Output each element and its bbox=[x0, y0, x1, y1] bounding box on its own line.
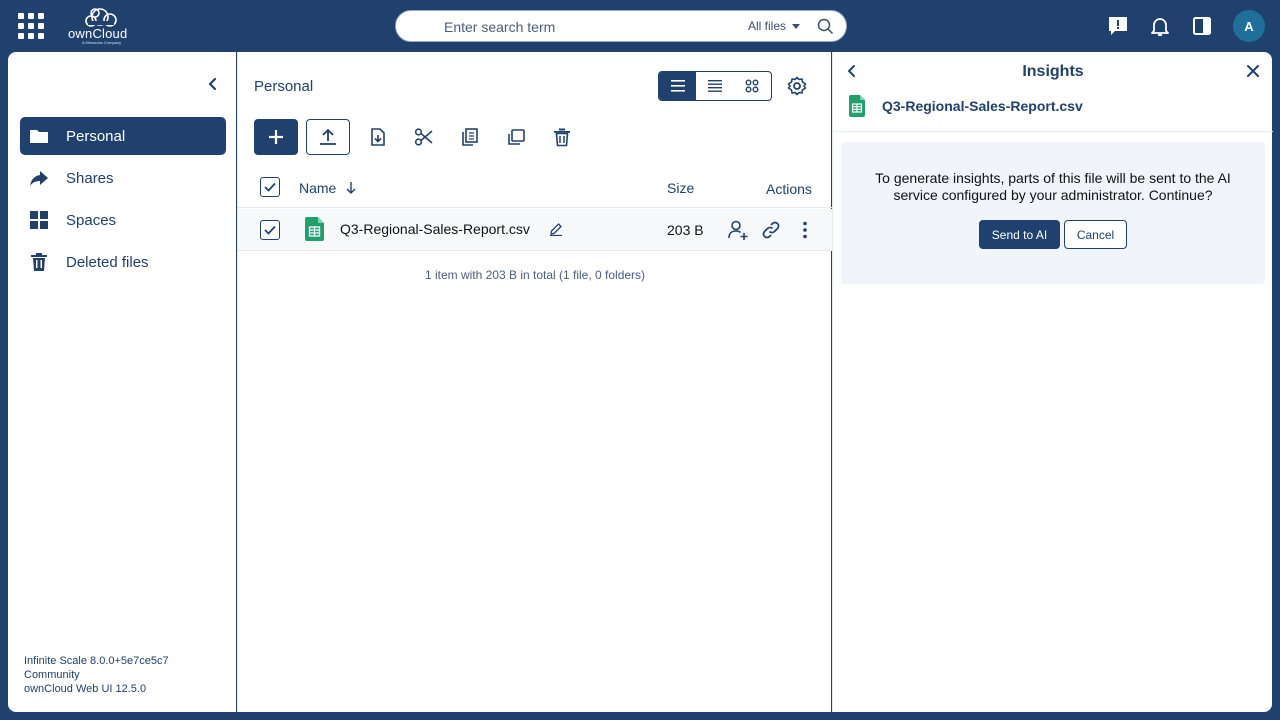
sidebar-item-label: Personal bbox=[66, 127, 126, 145]
folder-icon bbox=[30, 130, 48, 143]
files-summary: 1 item with 203 B in total (1 file, 0 fo… bbox=[424, 268, 646, 282]
bell-icon[interactable] bbox=[1149, 15, 1171, 37]
spreadsheet-file-icon bbox=[305, 217, 324, 241]
top-bar: ownCloud A Kiteworks Company All files A bbox=[0, 0, 1280, 52]
version-line-3: ownCloud Web UI 12.5.0 bbox=[24, 683, 147, 695]
caret-down-icon bbox=[792, 23, 801, 29]
logo-text: ownCloud bbox=[68, 26, 128, 41]
app-switcher-grid-icon[interactable] bbox=[18, 13, 44, 39]
search-input[interactable] bbox=[444, 17, 724, 37]
sidebar-item-deleted-files[interactable]: Deleted files bbox=[20, 243, 226, 281]
row-select-checkbox[interactable] bbox=[260, 220, 280, 240]
select-all-checkbox[interactable] bbox=[260, 177, 280, 197]
left-sidebar: Personal Shares Spaces Deleted files Inf… bbox=[8, 52, 236, 712]
download-icon[interactable] bbox=[368, 127, 388, 147]
sort-arrow-down-icon bbox=[346, 182, 356, 194]
version-line-1: Infinite Scale 8.0.0+5e7ce5c7 bbox=[24, 655, 169, 667]
trash-icon bbox=[31, 253, 47, 271]
column-header-name[interactable]: Name bbox=[299, 180, 356, 196]
copy-link-icon[interactable] bbox=[760, 219, 782, 241]
copy-icon[interactable] bbox=[460, 127, 480, 147]
insights-panel: Insights Q3-Regional-Sales-Report.csv To… bbox=[832, 52, 1273, 712]
sidebar-item-personal[interactable]: Personal bbox=[20, 117, 226, 155]
tiles-icon bbox=[745, 79, 759, 93]
file-name[interactable]: Q3-Regional-Sales-Report.csv bbox=[340, 221, 530, 237]
column-name-label: Name bbox=[299, 180, 337, 196]
duplicate-icon[interactable] bbox=[506, 127, 526, 147]
breadcrumb[interactable]: Personal bbox=[254, 78, 313, 95]
list-icon bbox=[670, 80, 685, 92]
condensed-list-icon bbox=[707, 80, 722, 92]
consent-message: To generate insights, parts of this file… bbox=[853, 170, 1253, 204]
search-bar: All files bbox=[395, 10, 847, 42]
sidebar-item-shares[interactable]: Shares bbox=[20, 159, 226, 197]
view-tiles-button[interactable] bbox=[734, 72, 771, 100]
table-row[interactable]: Q3-Regional-Sales-Report.csv 203 B bbox=[238, 209, 832, 251]
user-avatar[interactable]: A bbox=[1233, 10, 1265, 42]
sidebar-item-label: Shares bbox=[66, 169, 114, 187]
check-icon bbox=[264, 182, 276, 192]
delete-trash-icon[interactable] bbox=[552, 127, 572, 147]
more-actions-kebab-icon[interactable] bbox=[794, 219, 816, 241]
share-icon bbox=[30, 171, 48, 186]
search-scope-label: All files bbox=[748, 19, 787, 33]
upload-button[interactable] bbox=[306, 119, 350, 155]
consent-line-1: To generate insights, parts of this file… bbox=[875, 170, 1231, 186]
view-list-button[interactable] bbox=[659, 72, 697, 100]
view-settings-gear-icon[interactable] bbox=[787, 76, 807, 96]
send-to-ai-button[interactable]: Send to AI bbox=[979, 220, 1060, 249]
owncloud-logo[interactable]: ownCloud A Kiteworks Company bbox=[64, 5, 140, 45]
ai-consent-card: To generate insights, parts of this file… bbox=[841, 142, 1265, 284]
cut-scissors-icon[interactable] bbox=[414, 127, 434, 147]
version-info: Infinite Scale 8.0.0+5e7ce5c7 Community … bbox=[24, 654, 169, 696]
column-header-actions: Actions bbox=[766, 181, 812, 197]
new-file-button[interactable] bbox=[254, 119, 298, 155]
cancel-button[interactable]: Cancel bbox=[1064, 220, 1127, 249]
spaces-icon bbox=[30, 211, 48, 229]
sidebar-nav: Personal Shares Spaces Deleted files bbox=[20, 117, 226, 285]
feedback-icon[interactable] bbox=[1107, 15, 1129, 37]
search-scope-dropdown[interactable]: All files bbox=[748, 19, 801, 33]
plus-icon bbox=[269, 130, 283, 144]
spreadsheet-file-icon bbox=[849, 95, 865, 117]
collapse-sidebar-chevron-left-icon[interactable] bbox=[205, 76, 221, 92]
version-line-2: Community bbox=[24, 669, 80, 681]
files-main-area: Personal Name Size Actions Q3-Regional-S… bbox=[237, 52, 832, 712]
check-icon bbox=[264, 225, 276, 235]
sidebar-toggle-icon[interactable] bbox=[1191, 15, 1213, 37]
column-header-size[interactable]: Size bbox=[667, 180, 694, 196]
sidebar-item-label: Deleted files bbox=[66, 253, 149, 271]
consent-line-2: service configured by your administrator… bbox=[893, 187, 1213, 203]
file-size: 203 B bbox=[667, 222, 704, 238]
view-condensed-button[interactable] bbox=[696, 72, 733, 100]
close-icon[interactable] bbox=[1246, 64, 1260, 78]
logo-subtext: A Kiteworks Company bbox=[82, 40, 122, 45]
view-mode-switcher bbox=[658, 71, 772, 101]
sidebar-item-spaces[interactable]: Spaces bbox=[20, 201, 226, 239]
panel-title: Insights bbox=[1022, 63, 1084, 80]
share-add-person-icon[interactable] bbox=[727, 219, 749, 241]
upload-icon bbox=[320, 128, 336, 145]
panel-file-name: Q3-Regional-Sales-Report.csv bbox=[882, 98, 1083, 114]
rename-pencil-icon[interactable] bbox=[549, 222, 563, 236]
file-table-header: Name Size Actions bbox=[238, 170, 832, 208]
search-icon[interactable] bbox=[817, 18, 834, 35]
panel-divider bbox=[833, 131, 1273, 132]
sidebar-item-label: Spaces bbox=[66, 211, 117, 229]
